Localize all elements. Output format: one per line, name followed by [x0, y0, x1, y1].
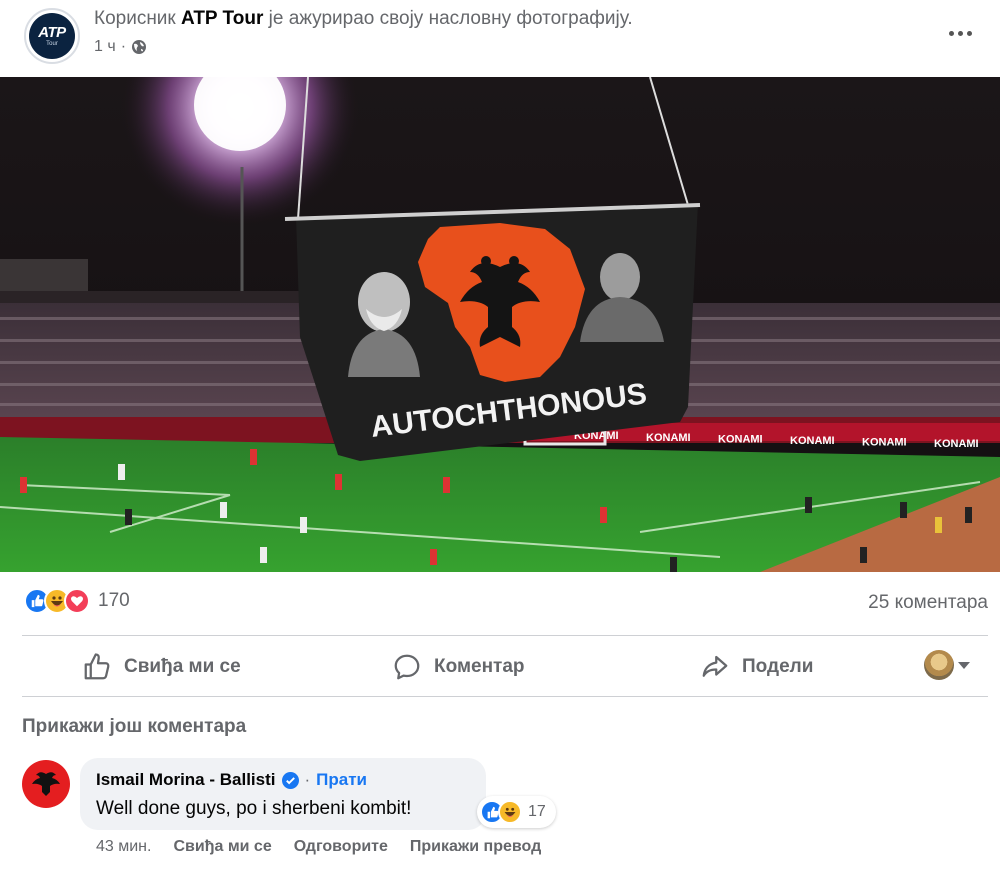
flag-banner: AUTOCHTHONOUS [284, 203, 701, 461]
comment-count[interactable]: 25 коментара [868, 592, 988, 614]
caret-down-icon [958, 661, 970, 669]
eagle-icon [32, 772, 60, 796]
ad-board-text: KONAMI [934, 438, 979, 450]
share-button[interactable]: Подели [700, 646, 813, 688]
headline-suffix: је ажурирао своју насловну фотографију. [263, 8, 633, 29]
profile-avatar [924, 650, 954, 680]
comment-reactions[interactable]: 17 [477, 796, 556, 828]
like-button[interactable]: Свиђа ми се [82, 646, 241, 688]
separator-dot: · [120, 38, 127, 55]
comment-bubble: Ismail Morina - Ballisti · Прати Well do… [80, 758, 486, 830]
verified-badge-icon [281, 771, 299, 789]
ad-board-text: KONAMI [862, 437, 907, 449]
share-arrow-icon [702, 655, 728, 677]
ad-board-text: KONAMI [646, 432, 691, 444]
player-figure [335, 474, 342, 490]
comment-like-link[interactable]: Свиђа ми се [173, 838, 271, 856]
atp-logo-icon: ATP Tour [29, 13, 75, 59]
atp-logo-text: ATP [38, 24, 66, 41]
headline-prefix: Корисник [94, 8, 182, 29]
like-label: Свиђа ми се [124, 656, 241, 677]
player-figure [250, 449, 257, 465]
more-horizontal-icon [948, 30, 972, 36]
comment-reaction-count: 17 [528, 803, 546, 820]
player-figure [260, 547, 267, 563]
player-figure [965, 507, 972, 523]
globe-icon [132, 40, 147, 54]
player-figure [118, 464, 125, 480]
comment-text: Well done guys, po i sherbeni kombit! [96, 798, 412, 819]
player-figure [430, 549, 437, 565]
player-figure [860, 547, 867, 563]
player-figure [935, 517, 942, 533]
player-figure [805, 497, 812, 513]
haha-reaction-icon [498, 800, 522, 824]
player-figure [20, 477, 27, 493]
ad-board-text: KONAMI [718, 433, 763, 445]
post-headline: Корисник ATP Tour је ажурирао своју насл… [94, 8, 633, 30]
comment-actions: 43 мин. Свиђа ми се Одговорите Прикажи п… [96, 838, 563, 856]
divider [22, 696, 988, 697]
comment-timestamp[interactable]: 43 мин. [96, 838, 151, 856]
reaction-profile-selector[interactable] [924, 650, 970, 680]
share-label: Подели [742, 656, 814, 677]
post-header: ATP Tour Корисник ATP Tour је ажурирао с… [0, 0, 1000, 76]
player-figure [300, 517, 307, 533]
separator-dot: · [304, 770, 311, 789]
comment-bubble-icon [394, 654, 420, 680]
player-figure [125, 509, 132, 525]
ad-board-text: KONAMI [790, 435, 835, 447]
view-more-comments-link[interactable]: Прикажи још коментара [22, 716, 246, 738]
atp-logo-subtext: Tour [46, 41, 58, 47]
player-figure [600, 507, 607, 523]
player-figure [670, 557, 677, 572]
follow-button[interactable]: Прати [316, 770, 367, 790]
player-figure [900, 502, 907, 518]
comment-reply-link[interactable]: Одговорите [294, 838, 388, 856]
thumbs-up-icon [84, 653, 110, 680]
comment-author-row: Ismail Morina - Ballisti · Прати [96, 770, 367, 790]
reaction-count: 170 [98, 590, 130, 611]
comment-author[interactable]: Ismail Morina - Ballisti [96, 770, 276, 790]
comment-label: Коментар [434, 656, 525, 677]
comment-translate-link[interactable]: Прикажи превод [410, 838, 541, 856]
commenter-avatar[interactable] [22, 760, 70, 808]
cover-photo[interactable]: KONAMIKONAMIKONAMIKONAMIKONAMIKONAMIKONA… [0, 77, 1000, 572]
more-options-button[interactable] [942, 18, 978, 48]
post-meta: 1 ч · [94, 38, 147, 56]
page-name-link[interactable]: ATP Tour [181, 8, 263, 29]
reaction-summary[interactable]: 170 [24, 588, 130, 614]
love-reaction-icon [64, 588, 90, 614]
player-figure [220, 502, 227, 518]
post-timestamp[interactable]: 1 ч [94, 38, 116, 56]
comment-button[interactable]: Коментар [392, 646, 525, 688]
player-figure [443, 477, 450, 493]
divider [22, 635, 988, 636]
page-avatar[interactable]: ATP Tour [24, 8, 80, 64]
